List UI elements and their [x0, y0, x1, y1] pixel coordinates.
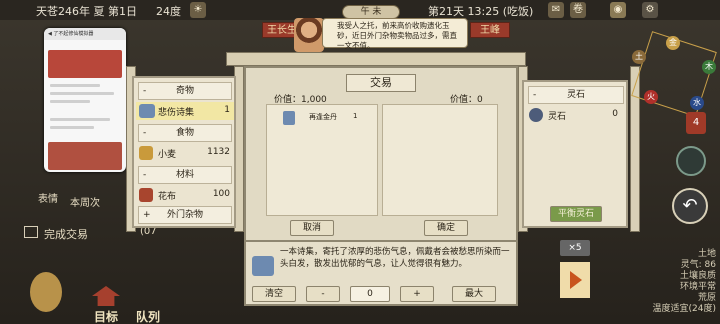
offer-item-name: 再逢金丹 — [309, 113, 337, 121]
mail-icon[interactable]: ✉ — [548, 2, 564, 18]
scroll-icon[interactable]: 卷 — [570, 2, 586, 18]
inventory-row[interactable]: 小麦 1132 — [136, 144, 234, 162]
confirm-button[interactable]: 确定 — [424, 220, 468, 236]
inventory-row[interactable]: 花布 100 — [136, 186, 234, 204]
item-description-panel: 一本诗集，寄托了浓厚的悲伤气息，佩戴者会被愁思所染而一头白发，散发出忧郁的气息，… — [244, 240, 518, 306]
frame-beam — [226, 52, 526, 66]
balance-stones-button[interactable]: 平衡灵石 — [550, 206, 602, 222]
cancel-button[interactable]: 取消 — [290, 220, 334, 236]
time-plate: 午 未 — [342, 5, 400, 19]
stone-icon — [529, 108, 543, 122]
clear-button[interactable]: 清空 — [252, 286, 296, 302]
weather-icon: ☀ — [190, 2, 206, 18]
game-date: 天苍246年 夏 第1日 — [36, 5, 137, 18]
book-icon — [139, 104, 155, 118]
decrease-button[interactable]: - — [306, 286, 340, 302]
emote-label[interactable]: 表情 — [38, 190, 58, 205]
thumbnail-header: ◀ 了不起修仙模拟器 — [44, 28, 126, 40]
play-icon — [570, 271, 582, 289]
speech-bubble: 我受人之托，前来高价收购遗化玉砂，近日外门杂物卖物品过多，需直一文不值。 — [322, 18, 468, 50]
complete-trade-label[interactable]: 完成交易 — [44, 226, 88, 242]
spirit-stone-panel: - 灵石 灵石 0 平衡灵石 — [522, 80, 628, 228]
trade-panel: 交易 价值：1,000 价值：0 再逢金丹 1 取消 确定 — [244, 66, 518, 242]
thumbnail-map-2 — [48, 142, 122, 170]
temperature: 24度 — [156, 5, 181, 18]
inventory-row-selected[interactable]: 悲伤诗集 1 — [136, 102, 234, 120]
team-label[interactable]: 队列 — [136, 308, 160, 324]
odd-items-header[interactable]: - 奇物 — [138, 82, 232, 100]
water-icon: 水 — [690, 96, 704, 110]
outer-misc-header[interactable]: + 外门杂物 — [138, 206, 232, 224]
notification-badge[interactable]: 4 — [686, 112, 706, 134]
right-character-name: 王峰 — [470, 22, 510, 38]
material-header[interactable]: - 材料 — [138, 166, 232, 184]
spirit-stone-header[interactable]: - 灵石 — [528, 86, 624, 104]
gourd-icon[interactable] — [30, 272, 62, 312]
play-button[interactable] — [560, 262, 590, 298]
map-icon[interactable]: ◉ — [610, 2, 626, 18]
earth-icon: 土 — [632, 50, 646, 64]
spirit-stone-row[interactable]: 灵石 0 — [526, 106, 626, 124]
thumbnail-map — [48, 50, 122, 78]
offer-item-qty: 1 — [353, 112, 358, 120]
offer-area-right[interactable] — [382, 104, 498, 216]
book-icon — [283, 111, 295, 125]
wheat-icon — [139, 146, 153, 160]
item-description: 一本诗集，寄托了浓厚的悲伤气息，佩戴者会被愁思所染而一头白发，散发出忧郁的气息，… — [280, 247, 510, 269]
trade-title: 交易 — [346, 74, 416, 92]
cycle-label: 本周次 — [70, 198, 100, 209]
wood-icon: 木 — [702, 60, 716, 74]
metal-icon: 金 — [666, 36, 680, 50]
back-icon[interactable]: ↶ — [672, 188, 708, 224]
temperature-status: 温度适宜(24度) — [652, 304, 716, 314]
goal-label[interactable]: 目标 — [94, 308, 118, 324]
inventory-panel: - 奇物 悲伤诗集 1 - 食物 小麦 1132 - 材料 花布 100 + 外… — [132, 76, 236, 228]
fire-icon: 火 — [644, 90, 658, 104]
checkbox-icon[interactable] — [24, 226, 38, 238]
increase-button[interactable]: + — [400, 286, 434, 302]
swirl-icon[interactable] — [676, 146, 706, 176]
app-thumbnail[interactable]: ◀ 了不起修仙模拟器 — [44, 28, 126, 172]
five-elements-wheel[interactable]: 金 木 水 火 土 — [631, 31, 717, 117]
food-header[interactable]: - 食物 — [138, 124, 232, 142]
book-icon — [252, 256, 274, 276]
offer-area-left[interactable]: 再逢金丹 1 — [266, 104, 378, 216]
max-button[interactable]: 最大 — [452, 286, 496, 302]
quantity-input[interactable]: 0 — [350, 286, 390, 302]
settings-icon[interactable]: ⚙ — [642, 2, 658, 18]
cloth-icon — [139, 188, 153, 202]
speed-indicator[interactable]: ×5 — [560, 240, 590, 256]
merchant-avatar — [294, 18, 324, 52]
day-time: 第21天 13:25 (吃饭) — [428, 5, 534, 18]
